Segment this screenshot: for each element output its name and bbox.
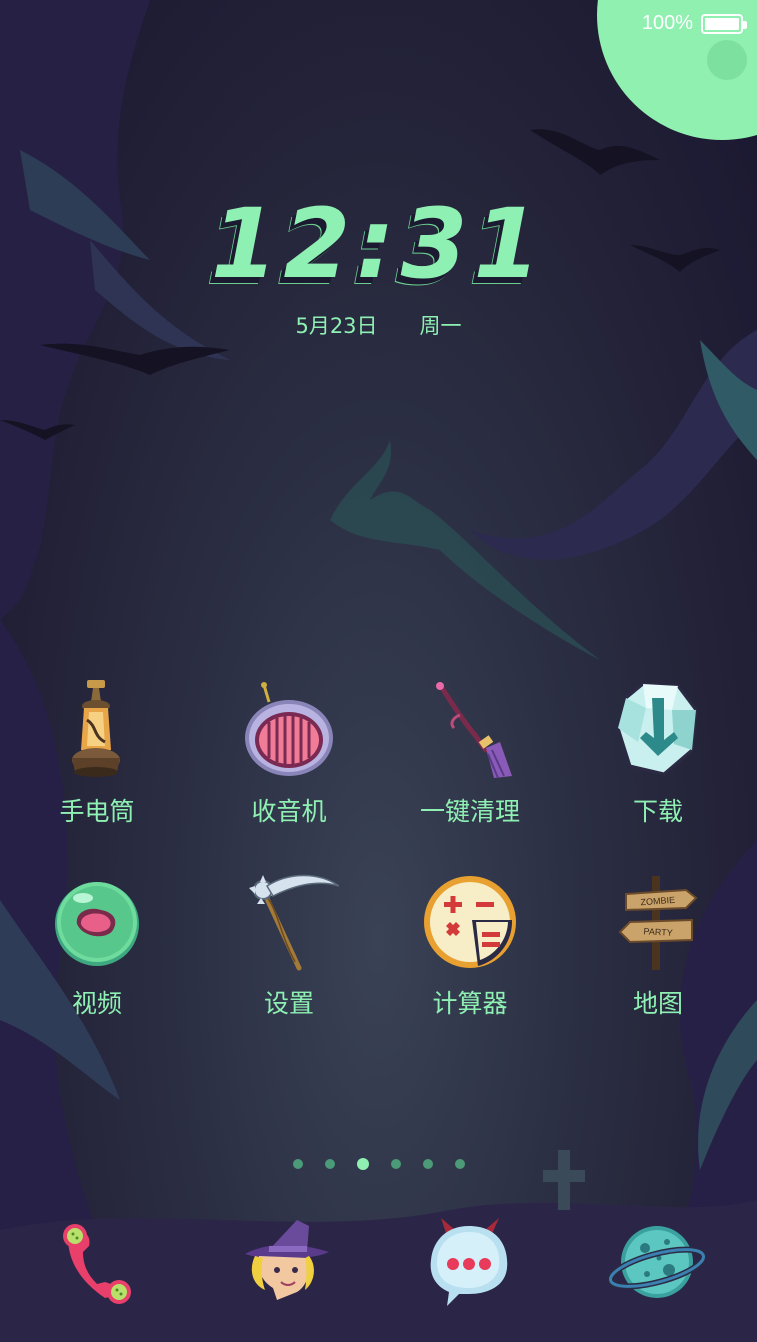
witch-icon	[245, 1220, 329, 1300]
slime-orb-icon	[55, 882, 139, 966]
app-calculator[interactable]: 计算器	[385, 872, 555, 1020]
home-screen: 100% 12:31 5月23日 周一 手电筒 收音机 一键清理 下载 视频 设…	[0, 0, 757, 1342]
scythe-icon	[249, 874, 339, 971]
app-label: 下载	[632, 797, 683, 826]
app-label: 地图	[632, 989, 683, 1018]
battery-fill	[705, 17, 739, 30]
app-label: 计算器	[432, 989, 508, 1018]
signpost-icon: ZOMBIE PARTY	[618, 876, 698, 970]
app-label: 视频	[71, 989, 122, 1018]
app-settings[interactable]: 设置	[204, 872, 374, 1020]
download-gem-icon	[616, 682, 698, 776]
page-dot[interactable]	[454, 1159, 465, 1169]
page-dot[interactable]	[390, 1159, 401, 1169]
page-dot[interactable]	[324, 1159, 335, 1169]
dock-phone[interactable]	[42, 1212, 152, 1312]
battery-percentage: 100%	[641, 12, 693, 34]
phone-icon	[63, 1224, 131, 1304]
planet-icon	[607, 1226, 707, 1298]
app-flashlight[interactable]: 手电筒	[12, 680, 182, 828]
clock-time[interactable]: 12:31	[0, 188, 757, 300]
page-dot[interactable]	[422, 1159, 433, 1169]
dock-messages[interactable]	[414, 1212, 524, 1312]
battery-icon	[701, 13, 747, 34]
lantern-icon	[72, 680, 120, 777]
clock-weekday: 周一	[419, 314, 462, 338]
dock-witch[interactable]	[232, 1212, 342, 1312]
app-map[interactable]: ZOMBIE PARTY 地图	[573, 872, 743, 1020]
app-radio[interactable]: 收音机	[204, 680, 374, 828]
app-label: 设置	[263, 989, 314, 1018]
message-ghost-icon	[430, 1218, 508, 1306]
calculator-pizza-icon	[424, 876, 516, 968]
app-label: 一键清理	[419, 797, 520, 826]
app-label: 手电筒	[59, 797, 135, 826]
date-row: 5月23日 周一	[0, 310, 757, 340]
app-cleaner[interactable]: 一键清理	[385, 680, 555, 828]
app-label: 收音机	[251, 797, 327, 826]
signpost-label-bottom: PARTY	[643, 926, 673, 938]
dock-planet[interactable]	[602, 1212, 712, 1312]
app-video[interactable]: 视频	[12, 872, 182, 1020]
page-indicator[interactable]	[0, 1158, 757, 1170]
radio-icon	[245, 682, 333, 776]
clock-date: 5月23日	[295, 314, 378, 338]
page-dot[interactable]	[292, 1159, 303, 1169]
app-download[interactable]: 下载	[573, 680, 743, 828]
page-dot[interactable]	[356, 1158, 369, 1170]
broom-icon	[436, 682, 512, 779]
status-bar: 100%	[641, 12, 747, 35]
